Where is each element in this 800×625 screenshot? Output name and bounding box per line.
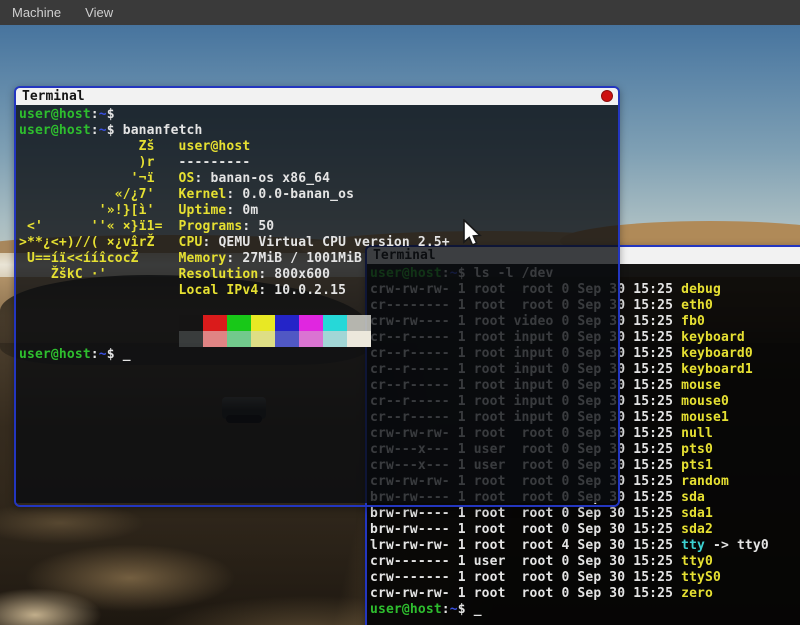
fetch-line: '»!}[ì' Uptime: 0m <box>19 203 618 219</box>
palette-swatch <box>323 331 347 347</box>
color-palette-row <box>19 331 618 347</box>
prompt-line: user@host:~$ _ <box>370 602 800 618</box>
palette-swatch <box>203 315 227 331</box>
mouse-pointer-icon <box>462 219 484 249</box>
terminal-window-bananfetch[interactable]: Terminal user@host:~$ user@host:~$ banan… <box>14 86 620 507</box>
palette-swatch <box>275 331 299 347</box>
fetch-line: '¬ï OS: banan-os x86_64 <box>19 171 618 187</box>
fetch-line: Zš user@host <box>19 139 618 155</box>
palette-swatch <box>179 331 203 347</box>
palette-swatch <box>203 331 227 347</box>
palette-swatch <box>347 331 371 347</box>
device-row: brw-rw---- 1 root root 0 Sep 30 15:25 sd… <box>370 522 800 538</box>
device-row: brw-rw---- 1 root root 0 Sep 30 15:25 sd… <box>370 506 800 522</box>
fetch-line: ŽškC ·' Resolution: 800x600 <box>19 267 618 283</box>
device-row: crw------- 1 user root 0 Sep 30 15:25 tt… <box>370 554 800 570</box>
terminal1-titlebar[interactable]: Terminal <box>16 88 618 105</box>
palette-swatch <box>347 315 371 331</box>
fetch-line: )r --------- <box>19 155 618 171</box>
palette-swatch <box>299 331 323 347</box>
device-row: lrw-rw-rw- 1 root root 4 Sep 30 15:25 tt… <box>370 538 800 554</box>
prompt-line: user@host:~$ <box>19 107 618 123</box>
device-row: crw-rw-rw- 1 root root 0 Sep 30 15:25 ze… <box>370 586 800 602</box>
palette-swatch <box>227 331 251 347</box>
palette-swatch <box>275 315 299 331</box>
blank-line <box>19 299 618 315</box>
palette-swatch <box>251 315 275 331</box>
color-palette-row <box>19 315 618 331</box>
device-row: crw------- 1 root root 0 Sep 30 15:25 tt… <box>370 570 800 586</box>
close-button-icon[interactable] <box>601 90 613 102</box>
fetch-line: Local IPv4: 10.0.2.15 <box>19 283 618 299</box>
vm-window: Machine View Terminal user@host:~$ ls -l… <box>0 0 800 625</box>
menu-bar: Machine View <box>0 0 800 25</box>
fetch-line: «/¿7' Kernel: 0.0.0-banan_os <box>19 187 618 203</box>
palette-swatch <box>227 315 251 331</box>
menu-item-view[interactable]: View <box>73 1 125 24</box>
fetch-line: U==íï<<ííîcocŽ Memory: 27MiB / 1001MiB <box>19 251 618 267</box>
palette-swatch <box>251 331 275 347</box>
prompt-line: user@host:~$ bananfetch <box>19 123 618 139</box>
terminal1-title: Terminal <box>22 89 85 104</box>
menu-item-machine[interactable]: Machine <box>0 1 73 24</box>
fetch-line: <' ''« ×}ï1= Programs: 50 <box>19 219 618 235</box>
terminal1-content[interactable]: user@host:~$ user@host:~$ bananfetch Zš … <box>16 105 618 503</box>
palette-swatch <box>179 315 203 331</box>
palette-swatch <box>323 315 347 331</box>
prompt-line: user@host:~$ _ <box>19 347 618 363</box>
fetch-line: >**¿<+)//( ×¿vîrŽ CPU: QEMU Virtual CPU … <box>19 235 618 251</box>
palette-swatch <box>299 315 323 331</box>
